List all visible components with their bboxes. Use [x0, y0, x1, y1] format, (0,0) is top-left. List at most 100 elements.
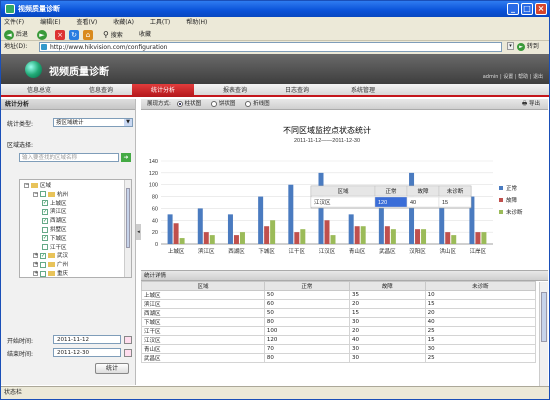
table-cell: 80 [263, 353, 350, 363]
checkbox[interactable] [40, 270, 46, 277]
table-scrollbar[interactable] [539, 282, 548, 386]
user-links[interactable]: admin | 设置 | 帮助 | 退出 [483, 73, 543, 80]
address-input[interactable]: http://www.hikvision.com/configuration [39, 42, 502, 52]
stat-type-label: 统计类型: [7, 121, 34, 128]
back-button[interactable]: ◄ 后退 [4, 29, 28, 40]
maximize-button[interactable]: □ [521, 3, 533, 15]
export-label: 导出 [528, 101, 540, 107]
table-row[interactable]: 武昌区 80 30 25 [141, 353, 537, 363]
refresh-icon: ↻ [69, 29, 79, 40]
search-button[interactable]: ⚲ 搜索 [103, 29, 123, 40]
start-time-input[interactable]: 2011-11-12 [53, 335, 121, 344]
go-button[interactable]: ► 转到 [517, 41, 539, 53]
stop-button[interactable]: × [55, 29, 65, 40]
tree-node[interactable]: ✓ 下城区 [42, 235, 67, 243]
tree-node[interactable]: ✓ 滨江区 [42, 208, 67, 216]
stat-type-select[interactable]: 按区域统计 ▼ [53, 118, 133, 127]
home-icon: ⌂ [83, 29, 93, 40]
title-bar: 视频质量诊断 _ □ × [1, 1, 549, 17]
tab-statistics[interactable]: 统计分析 [132, 84, 194, 97]
checkbox[interactable]: ✓ [42, 235, 48, 242]
app-title: 视频质量诊断 [49, 67, 109, 78]
favorites-button[interactable]: 收藏 [139, 29, 151, 40]
menu-view[interactable]: 查看(V) [76, 19, 97, 26]
tree-node[interactable]: + 广州 [33, 261, 68, 269]
stat-button[interactable]: 统计 [95, 363, 129, 374]
tree-node[interactable]: 拱墅区 [42, 226, 67, 234]
expand-icon[interactable]: + [33, 253, 38, 259]
collapse-icon[interactable]: − [24, 183, 29, 188]
tree-node[interactable]: − 杭州 [33, 191, 68, 199]
tree-scroll-thumb[interactable] [126, 188, 130, 248]
table-row[interactable]: 下城区 80 30 40 [141, 317, 537, 327]
tab-system-admin[interactable]: 系统管理 [332, 84, 394, 97]
table-header-cell[interactable]: 正常 [263, 281, 350, 291]
stat-details: 统计详情 区域 正常 故障 未诊断 上城区 50 35 10 滨江区 60 20 15 西湖区 50 15… [141, 270, 548, 386]
tree-node[interactable]: 江干区 [42, 244, 67, 252]
table-cell: 30 [424, 344, 537, 354]
table-row[interactable]: 滨江区 60 20 15 [141, 299, 537, 309]
bar-chart: 不同区域监控点状态统计 2011-11-12——2011-12-30 0 20 40 60… [149, 125, 523, 255]
table-cell: 滨江区 [141, 299, 265, 309]
region-search-go-icon[interactable]: ➜ [121, 153, 131, 162]
tree-node[interactable]: ✓ 西湖区 [42, 217, 67, 225]
menu-help[interactable]: 帮助(H) [186, 19, 207, 26]
table-header-cell[interactable]: 区域 [141, 281, 265, 291]
address-dropdown-icon[interactable]: ▾ [507, 42, 514, 50]
checkbox[interactable] [40, 261, 46, 268]
table-cell: 上城区 [141, 290, 265, 300]
collapse-icon[interactable]: − [33, 191, 38, 197]
menu-file[interactable]: 文件(F) [4, 19, 24, 26]
table-row[interactable]: 西湖区 50 15 20 [141, 308, 537, 318]
tree-node[interactable]: + 重庆 [33, 270, 68, 277]
table-row[interactable]: 青山区 70 30 30 [141, 344, 537, 354]
calendar-icon[interactable] [124, 336, 132, 344]
checkbox[interactable] [42, 226, 48, 233]
home-button[interactable]: ⌂ [83, 29, 93, 40]
tree-node-label: 下城区 [50, 235, 67, 242]
table-row[interactable]: 江汉区 120 40 15 [141, 335, 537, 345]
table-row[interactable]: 江干区 100 20 25 [141, 326, 537, 336]
checkbox[interactable]: ✓ [42, 217, 48, 224]
tab-report-query[interactable]: 报表查询 [204, 84, 266, 97]
tree-node[interactable]: ✓ 上城区 [42, 200, 67, 208]
checkbox[interactable] [42, 244, 48, 251]
forward-button[interactable]: ► [37, 29, 47, 40]
end-time-input[interactable]: 2011-12-30 [53, 348, 121, 357]
stat-type-value: 按区域统计 [56, 120, 84, 126]
tree-node-label: 上城区 [50, 200, 67, 207]
folder-icon [48, 191, 55, 197]
checkbox[interactable] [40, 191, 46, 198]
close-button[interactable]: × [535, 3, 547, 15]
export-button[interactable]: 🖶 导出 [522, 99, 540, 110]
checkbox[interactable]: ✓ [42, 200, 48, 207]
table-header-cell[interactable]: 未诊断 [424, 281, 537, 291]
tree-node[interactable]: − 区域 [24, 182, 51, 190]
menu-tools[interactable]: 工具(T) [150, 19, 170, 26]
checkbox[interactable]: ✓ [40, 252, 46, 259]
checkbox[interactable]: ✓ [42, 208, 48, 215]
tree-node-label: 拱墅区 [50, 227, 67, 233]
radio-pie-chart[interactable]: 饼状图 [210, 100, 235, 107]
expand-icon[interactable]: + [33, 271, 38, 276]
table-row[interactable]: 上城区 50 35 10 [141, 290, 537, 300]
tab-info-query[interactable]: 信息查询 [70, 84, 132, 97]
expand-icon[interactable]: + [33, 262, 38, 268]
radio-line-chart[interactable]: 折线图 [245, 100, 270, 107]
refresh-button[interactable]: ↻ [69, 29, 79, 40]
minimize-button[interactable]: _ [507, 3, 519, 15]
region-search-input[interactable]: 输入要查找的区域名称 [19, 153, 119, 162]
tree-scrollbar[interactable] [124, 180, 131, 277]
menu-edit[interactable]: 编辑(E) [40, 19, 60, 26]
radio-bar-chart[interactable]: 柱状图 [176, 100, 201, 107]
tree-node[interactable]: + ✓ 武汉 [33, 252, 68, 260]
menu-favorites[interactable]: 收藏(A) [113, 19, 134, 26]
table-scroll-thumb[interactable] [541, 292, 547, 342]
favorites-label: 收藏 [139, 31, 152, 38]
table-header-cell[interactable]: 故障 [348, 281, 426, 291]
tooltip-value: 江汉区 [314, 198, 331, 206]
tab-overview[interactable]: 信息总览 [8, 84, 70, 97]
tab-log-query[interactable]: 日志查询 [266, 84, 328, 97]
tree-node-label: 江干区 [50, 244, 67, 251]
calendar-icon[interactable] [124, 349, 132, 357]
